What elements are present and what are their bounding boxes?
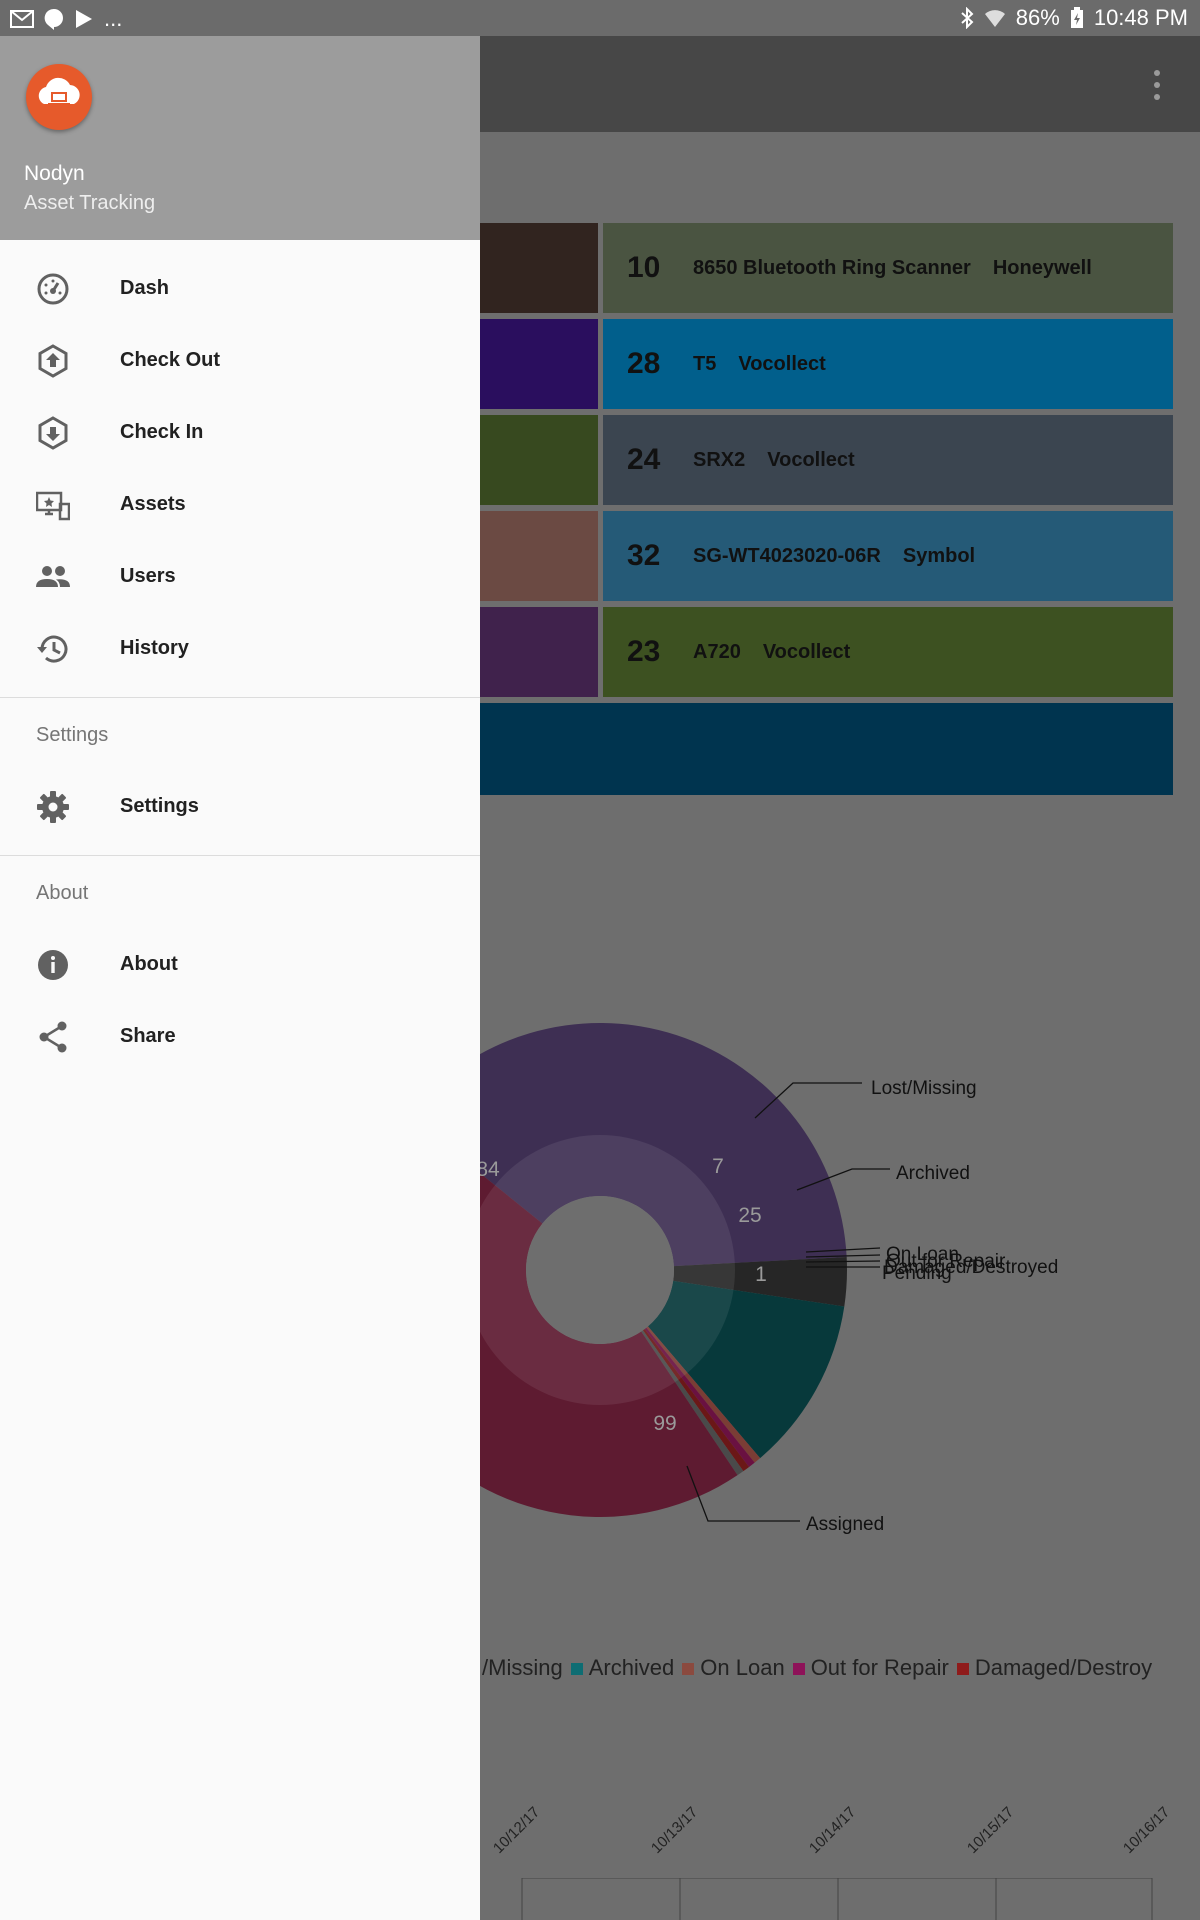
share-icon: [39, 1021, 67, 1053]
legend-label: Out for Repair: [810, 1655, 949, 1680]
nav-item-label: Assets: [120, 492, 186, 515]
legend-label: On Loan: [700, 1655, 785, 1680]
devices-icon: [36, 491, 70, 521]
slice-value-label: 1: [755, 1263, 767, 1286]
play-store-icon: [76, 10, 92, 28]
nav-item-settings[interactable]: Settings: [0, 770, 480, 842]
legend-swatch: [956, 1663, 969, 1676]
nav-item-users[interactable]: Users: [0, 540, 480, 612]
speedometer-icon: [37, 273, 69, 305]
divider: [0, 697, 480, 698]
hangouts-icon: [44, 8, 63, 30]
legend-item-archived: Archived: [570, 1655, 675, 1681]
app-logo: [26, 64, 92, 130]
slice-value-label: 25: [738, 1204, 761, 1227]
legend-swatch: [682, 1663, 695, 1676]
app-name: Nodyn: [24, 162, 85, 185]
app-subtitle: Asset Tracking: [24, 192, 156, 214]
gmail-icon: [10, 10, 34, 28]
status-bar: ... 86% 10:48 PM: [0, 0, 1200, 36]
nav-item-label: Check In: [120, 420, 204, 443]
nav-item-check-out[interactable]: Check Out: [0, 324, 480, 396]
upload-arrow-icon: [38, 344, 68, 378]
more-notifications: ...: [104, 6, 123, 31]
legend-item-damaged-destroyed: Damaged/Destroy: [956, 1655, 1153, 1681]
drawer-header: Nodyn Asset Tracking: [0, 36, 480, 240]
nav-item-label: Check Out: [120, 348, 221, 371]
chart-label-pending: Pending: [882, 1263, 952, 1284]
slice-value-label: 7: [712, 1155, 724, 1178]
bluetooth-icon: [961, 7, 974, 29]
chart-label-assigned: Assigned: [806, 1514, 885, 1535]
legend-label: Damaged/Destroy: [974, 1655, 1153, 1680]
nav-item-label: Dash: [120, 276, 169, 299]
navigation-drawer: Nodyn Asset Tracking Dash Check Out Chec…: [0, 36, 480, 1920]
nav-item-label: Settings: [120, 794, 199, 817]
nav-item-label: Share: [120, 1024, 176, 1047]
battery-charging-icon: [1070, 7, 1083, 28]
donut-hole: [526, 1196, 674, 1344]
history-icon: [37, 635, 68, 663]
legend-label: Archived: [588, 1655, 675, 1680]
slice-value-label: 99: [653, 1412, 676, 1435]
legend-label: /Missing: [482, 1655, 563, 1680]
status-right: 86% 10:48 PM: [960, 5, 1188, 31]
legend-item-lost-missing: /Missing: [482, 1655, 563, 1681]
section-header-settings: Settings: [36, 724, 109, 746]
divider: [0, 855, 480, 856]
users-icon: [36, 566, 70, 587]
download-arrow-icon: [38, 416, 68, 450]
battery-percent: 86%: [1015, 5, 1060, 30]
legend-item-out-for-repair: Out for Repair: [792, 1655, 949, 1681]
legend-item-on-loan: On Loan: [682, 1655, 785, 1681]
nav-item-assets[interactable]: Assets: [0, 468, 480, 540]
chart-label-archived: Archived: [896, 1163, 970, 1184]
cloud-laptop-icon: [38, 77, 80, 106]
history-chart-grid: [521, 1878, 1153, 1920]
nav-item-share[interactable]: Share: [0, 1000, 480, 1072]
nav-item-about[interactable]: About: [0, 928, 480, 1000]
nav-item-label: About: [120, 952, 178, 975]
nav-item-history[interactable]: History: [0, 612, 480, 684]
nav-item-dash[interactable]: Dash: [0, 252, 480, 324]
legend-swatch: [570, 1663, 583, 1676]
section-header-about: About: [36, 882, 89, 904]
info-icon: [38, 950, 68, 980]
wifi-icon: [984, 10, 1005, 27]
chart-legend: /Missing Archived On Loan Out for Repair…: [482, 1655, 1152, 1681]
clock: 10:48 PM: [1093, 5, 1188, 30]
nav-item-label: Users: [120, 564, 176, 587]
legend-swatch: [792, 1663, 805, 1676]
nav-item-check-in[interactable]: Check In: [0, 396, 480, 468]
gear-icon: [37, 791, 69, 823]
chart-label-lost-missing: Lost/Missing: [871, 1078, 977, 1099]
nav-item-label: History: [120, 636, 189, 659]
status-left: ...: [10, 6, 122, 32]
